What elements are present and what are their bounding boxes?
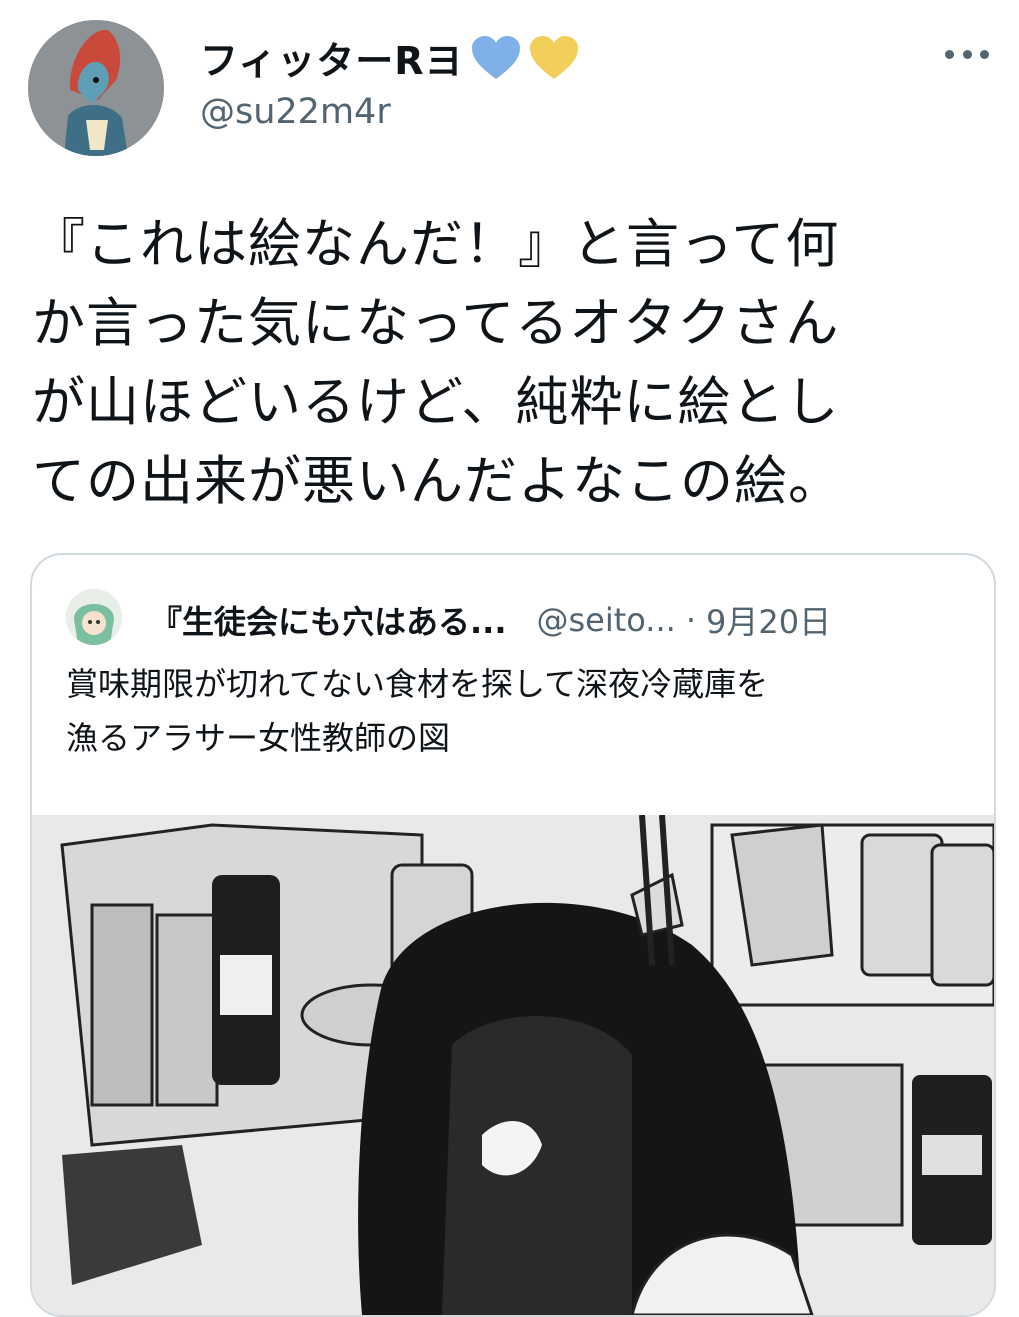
quoted-separator: · [685, 601, 696, 639]
blue-heart-icon [470, 35, 522, 81]
tweet-text: 『これは絵なんだ！』と言って何 か言った気になってるオタクさん が山ほどいるけど… [32, 214, 842, 512]
quoted-text: 賞味期限が切れてない食材を探して深夜冷蔵庫を 漁るアラサー女性教師の図 [66, 665, 769, 757]
author-name-row: フィッターRヨ [200, 30, 580, 85]
quoted-tweet-card[interactable]: 『生徒会にも穴はある... @seito... · 9月20日 賞味期限が切れて… [30, 553, 996, 1317]
more-dot [980, 49, 989, 59]
quoted-handle[interactable]: @seito... [536, 601, 675, 639]
author-avatar[interactable] [28, 20, 164, 156]
yellow-heart-icon [528, 35, 580, 81]
author-handle[interactable]: @su22m4r [200, 92, 391, 132]
quoted-header: 『生徒会にも穴はある... @seito... · 9月20日 [150, 597, 831, 643]
more-dot [962, 49, 972, 59]
quoted-avatar[interactable] [66, 589, 122, 645]
more-icon[interactable] [945, 40, 989, 68]
author-display-name[interactable]: フィッターRヨ [200, 30, 464, 85]
quoted-date[interactable]: 9月20日 [706, 597, 831, 643]
quoted-name[interactable]: 『生徒会にも穴はある... [150, 597, 506, 643]
more-dot [945, 49, 954, 59]
quoted-media-image[interactable] [32, 815, 994, 1315]
